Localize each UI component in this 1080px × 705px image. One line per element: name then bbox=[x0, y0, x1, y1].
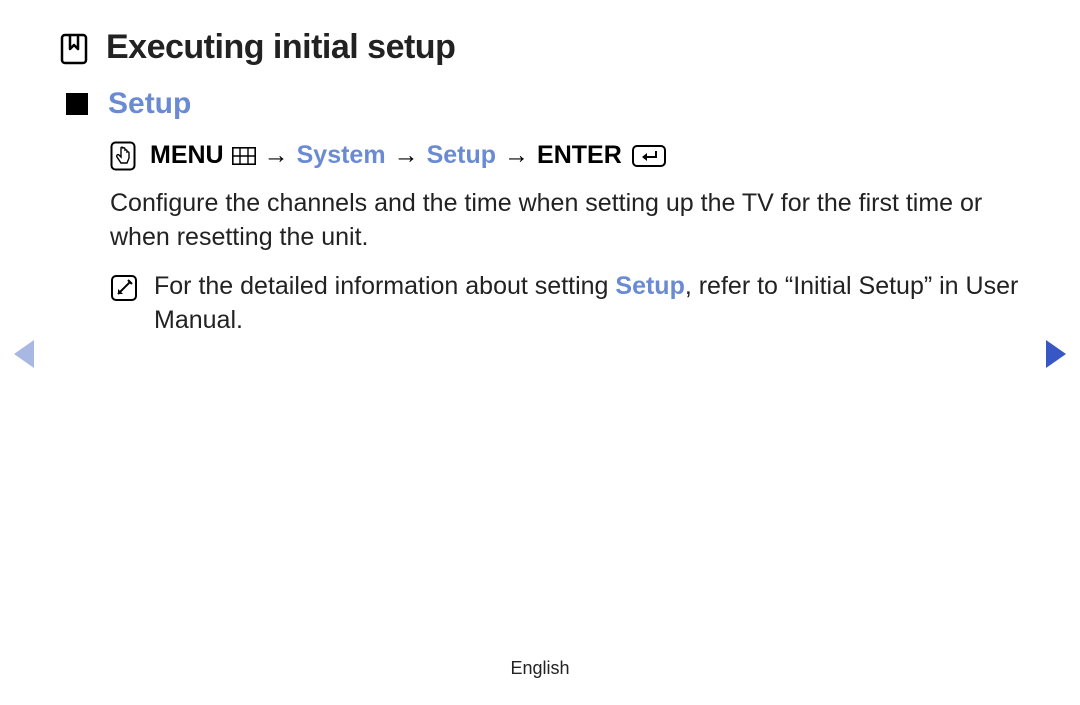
note-prefix: For the detailed information about setti… bbox=[154, 272, 615, 300]
footer-language: English bbox=[0, 658, 1080, 679]
touch-hand-icon bbox=[110, 141, 136, 171]
nav-separator: → bbox=[262, 139, 291, 173]
note-text: For the detailed information about setti… bbox=[154, 270, 1020, 338]
previous-page-button[interactable] bbox=[14, 340, 34, 368]
content-block: MENU → System → Setup → ENTER bbox=[110, 139, 1020, 338]
nav-enter-label: ENTER bbox=[537, 139, 622, 173]
menu-grid-icon bbox=[232, 147, 256, 165]
note-icon bbox=[110, 274, 138, 302]
note-row: For the detailed information about setti… bbox=[110, 270, 1020, 338]
section-row: Setup bbox=[66, 87, 1020, 121]
enter-return-icon bbox=[632, 145, 666, 167]
section-heading: Setup bbox=[108, 87, 191, 121]
navigation-path: MENU → System → Setup → ENTER bbox=[110, 139, 1020, 173]
bookmark-icon bbox=[60, 33, 88, 65]
square-bullet-icon bbox=[66, 93, 88, 115]
nav-system-label: System bbox=[297, 139, 386, 173]
page-title: Executing initial setup bbox=[106, 28, 455, 67]
title-row: Executing initial setup bbox=[60, 28, 1020, 67]
nav-setup-label: Setup bbox=[427, 139, 496, 173]
nav-separator: → bbox=[392, 139, 421, 173]
note-highlight: Setup bbox=[615, 272, 684, 300]
next-page-button[interactable] bbox=[1046, 340, 1066, 368]
nav-menu-label: MENU bbox=[150, 139, 224, 173]
description-text: Configure the channels and the time when… bbox=[110, 187, 1020, 255]
nav-separator: → bbox=[502, 139, 531, 173]
